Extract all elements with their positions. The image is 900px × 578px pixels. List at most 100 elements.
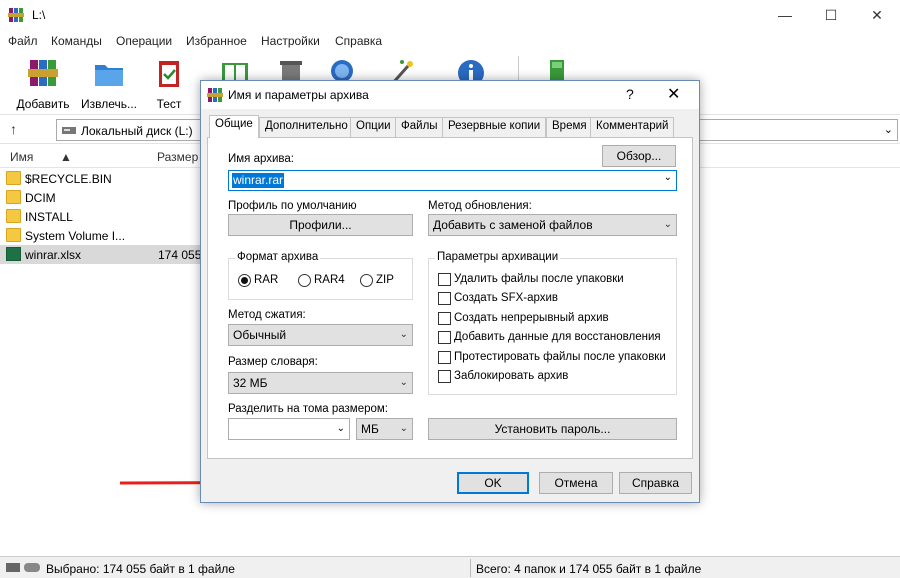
file-name: winrar.xlsx xyxy=(25,248,82,262)
sfx-checkbox[interactable] xyxy=(438,292,451,305)
test-after-checkbox[interactable] xyxy=(438,351,451,364)
split-volumes-chevron-icon[interactable]: ⌄ xyxy=(337,419,345,439)
tab-general[interactable]: Общие xyxy=(209,115,259,138)
menu-commands[interactable]: Команды xyxy=(51,34,102,48)
column-name[interactable]: Имя xyxy=(10,150,33,164)
extract-label: Извлечь... xyxy=(80,97,137,111)
split-volumes-input[interactable]: ⌄ xyxy=(228,418,350,440)
tab-options[interactable]: Опции xyxy=(350,117,397,137)
split-unit-select[interactable]: МБ ⌄ xyxy=(356,418,413,440)
window-title: L:\ xyxy=(32,8,46,22)
list-item[interactable]: System Volume I... xyxy=(0,226,205,245)
add-label: Добавить xyxy=(16,97,70,111)
recovery-label: Добавить данные для восстановления xyxy=(454,331,661,343)
split-unit-chevron-icon: ⌄ xyxy=(399,423,408,434)
dictionary-value: 32 МБ xyxy=(233,376,268,390)
address-dropdown-chevron-icon[interactable]: ⌄ xyxy=(884,123,893,136)
default-profile-label: Профиль по умолчанию xyxy=(228,200,357,212)
extract-button[interactable]: Извлечь... xyxy=(76,56,142,112)
menu-help[interactable]: Справка xyxy=(335,34,382,48)
list-item[interactable]: DCIM xyxy=(0,188,205,207)
drive-icon xyxy=(62,127,76,134)
status-selected: Выбрано: 174 055 байт в 1 файле xyxy=(46,562,235,576)
lock-checkbox[interactable] xyxy=(438,370,451,383)
delete-after-label: Удалить файлы после упаковки xyxy=(454,273,624,285)
profiles-button[interactable]: Профили... xyxy=(228,214,413,236)
split-unit-value: МБ xyxy=(361,422,379,436)
menu-bar: Файл Команды Операции Избранное Настройк… xyxy=(0,30,900,52)
folder-icon xyxy=(6,209,21,223)
file-name: $RECYCLE.BIN xyxy=(25,172,112,186)
status-bar: Выбрано: 174 055 байт в 1 файле Всего: 4… xyxy=(0,556,900,578)
add-archive-icon xyxy=(28,60,58,86)
list-item[interactable]: winrar.xlsx 174 055 xyxy=(0,245,205,264)
status-divider xyxy=(470,559,471,577)
maximize-button[interactable]: ☐ xyxy=(808,0,854,30)
tab-time[interactable]: Время xyxy=(546,117,593,137)
format-rar4-radio[interactable] xyxy=(298,274,311,287)
tab-comment[interactable]: Комментарий xyxy=(590,117,675,137)
excel-file-icon xyxy=(6,247,21,261)
menu-operations[interactable]: Операции xyxy=(116,34,172,48)
update-method-value: Добавить с заменой файлов xyxy=(433,218,593,232)
set-password-button[interactable]: Установить пароль... xyxy=(428,418,677,440)
minimize-button[interactable]: — xyxy=(762,0,808,30)
compression-chevron-icon: ⌄ xyxy=(399,329,408,340)
delete-after-checkbox[interactable] xyxy=(438,273,451,286)
sfx-label: Создать SFX-архив xyxy=(454,292,559,304)
menu-favorites[interactable]: Избранное xyxy=(186,34,247,48)
folder-icon xyxy=(6,171,21,185)
dictionary-label: Размер словаря: xyxy=(228,356,318,368)
sort-up-icon: ▲ xyxy=(60,150,72,164)
archive-name-input[interactable]: winrar.rar ⌄ xyxy=(228,170,677,191)
status-total: Всего: 4 папок и 174 055 байт в 1 файле xyxy=(476,562,702,576)
list-item[interactable]: INSTALL xyxy=(0,207,205,226)
compression-select[interactable]: Обычный ⌄ xyxy=(228,324,413,346)
tab-backup[interactable]: Резервные копии xyxy=(442,117,547,137)
list-item[interactable]: $RECYCLE.BIN xyxy=(0,169,205,188)
dialog-title: Имя и параметры архива xyxy=(228,88,369,102)
dialog-close-icon[interactable]: ✕ xyxy=(667,84,680,104)
archive-name-value: winrar.rar xyxy=(232,173,285,188)
format-zip-radio[interactable] xyxy=(360,274,373,287)
folder-icon xyxy=(6,190,21,204)
dialog-titlebar: Имя и параметры архива ? ✕ xyxy=(201,81,699,109)
column-size[interactable]: Размер xyxy=(157,150,198,164)
disk-status-icon xyxy=(6,563,40,572)
split-volumes-label: Разделить на тома размером: xyxy=(228,403,388,415)
archive-name-chevron-icon[interactable]: ⌄ xyxy=(664,172,672,183)
up-arrow-icon[interactable]: ↑ xyxy=(10,121,17,137)
format-rar4-label: RAR4 xyxy=(314,274,345,286)
archive-format-title: Формат архива xyxy=(235,251,321,263)
menu-settings[interactable]: Настройки xyxy=(261,34,320,48)
close-window-button[interactable]: ✕ xyxy=(854,0,900,30)
general-tab-panel: Имя архива: Обзор... winrar.rar ⌄ Профил… xyxy=(207,137,693,459)
compression-value: Обычный xyxy=(233,328,287,342)
test-button[interactable]: Тест xyxy=(136,56,202,112)
compression-label: Метод сжатия: xyxy=(228,309,306,321)
dictionary-chevron-icon: ⌄ xyxy=(399,377,408,388)
browse-button[interactable]: Обзор... xyxy=(602,145,676,167)
cancel-button[interactable]: Отмена xyxy=(539,472,613,494)
winrar-app-icon xyxy=(8,8,24,22)
tab-advanced[interactable]: Дополнительно xyxy=(259,117,354,137)
file-name: System Volume I... xyxy=(25,229,126,243)
update-method-label: Метод обновления: xyxy=(428,200,532,212)
archive-name-dialog: Имя и параметры архива ? ✕ Общие Дополни… xyxy=(200,80,700,503)
dictionary-select[interactable]: 32 МБ ⌄ xyxy=(228,372,413,394)
dialog-help-icon[interactable]: ? xyxy=(626,86,634,102)
menu-file[interactable]: Файл xyxy=(8,34,38,48)
format-rar-radio[interactable] xyxy=(238,274,251,287)
format-rar-label: RAR xyxy=(254,274,279,286)
tab-files[interactable]: Файлы xyxy=(395,117,444,137)
file-name: DCIM xyxy=(25,191,56,205)
format-zip-label: ZIP xyxy=(376,274,394,286)
archiving-options-group: Параметры архивации Удалить файлы после … xyxy=(428,251,677,395)
add-button[interactable]: Добавить xyxy=(10,56,76,112)
solid-checkbox[interactable] xyxy=(438,312,451,325)
extract-folder-icon xyxy=(95,65,123,86)
help-button[interactable]: Справка xyxy=(619,472,692,494)
ok-button[interactable]: OK xyxy=(457,472,529,494)
update-method-select[interactable]: Добавить с заменой файлов ⌄ xyxy=(428,214,677,236)
recovery-checkbox[interactable] xyxy=(438,331,451,344)
